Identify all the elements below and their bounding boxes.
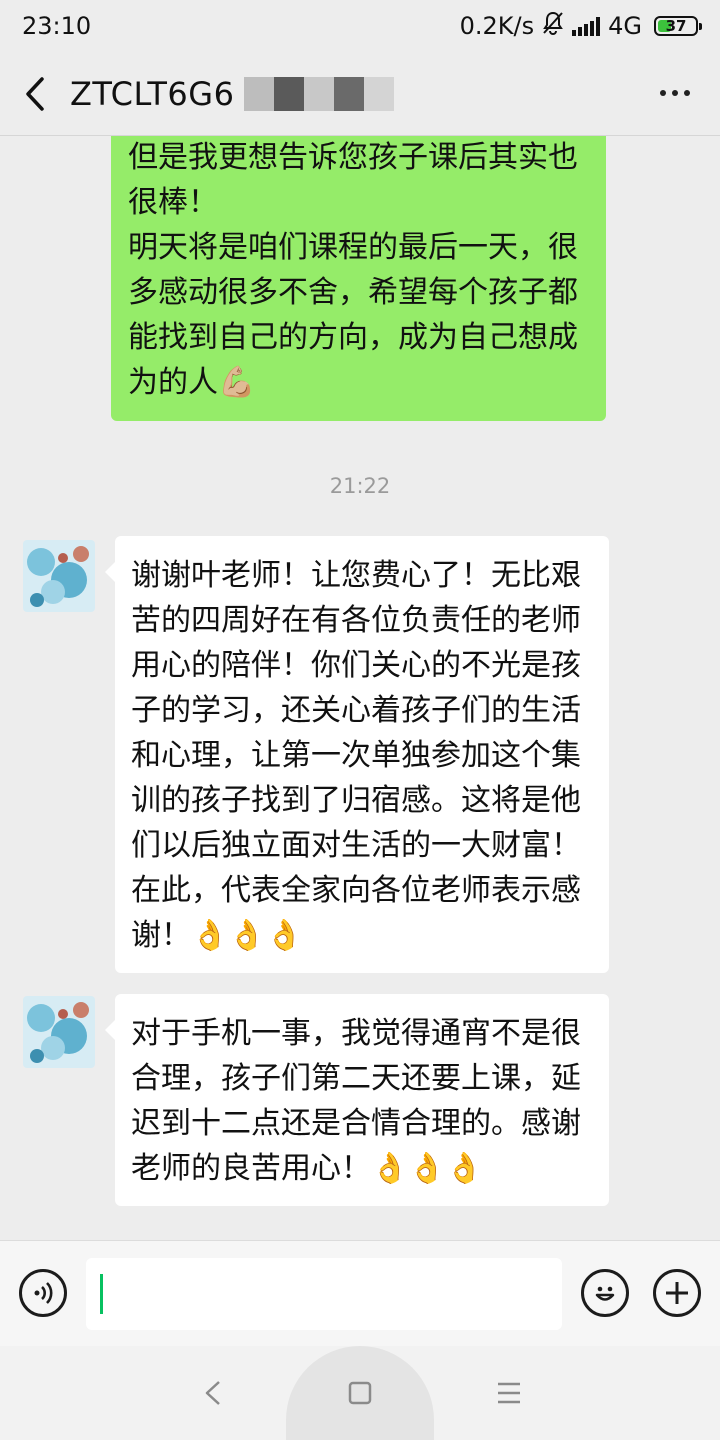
message-input[interactable]	[86, 1258, 562, 1330]
plus-icon	[666, 1282, 688, 1304]
status-indicators: 0.2K/s 4G 37	[459, 11, 702, 41]
emoji-icon	[595, 1286, 615, 1301]
message-timestamp: 21:22	[329, 474, 391, 498]
contact-avatar[interactable]	[23, 996, 95, 1068]
incoming-message[interactable]: 谢谢叶老师！让您费心了！无比艰苦的四周好在有各位负责任的老师用心的陪伴！你们关心…	[105, 536, 609, 973]
incoming-message[interactable]: 对于手机一事，我觉得通宵不是很合理，孩子们第二天还要上课，延迟到十二点还是合情合…	[105, 994, 609, 1206]
emoji-button[interactable]	[581, 1269, 629, 1317]
message-list[interactable]: 谈天能看到孩子们课堂上的情况，但是我更想告诉您孩子课后其实也很棒！ 明天将是咱们…	[0, 136, 720, 1240]
status-time: 23:10	[22, 12, 92, 40]
system-back-icon[interactable]	[203, 1380, 223, 1406]
battery-icon: 37	[654, 16, 702, 36]
more-dots-icon	[660, 90, 666, 96]
contact-avatar[interactable]	[23, 540, 95, 612]
chat-header: ZTCLT6G6	[0, 52, 720, 136]
message-input-bar	[0, 1240, 720, 1346]
outgoing-message[interactable]: 谈天能看到孩子们课堂上的情况，但是我更想告诉您孩子课后其实也很棒！ 明天将是咱们…	[111, 136, 606, 421]
more-functions-button[interactable]	[653, 1269, 701, 1317]
more-dot	[672, 90, 678, 96]
voice-icon	[34, 1282, 53, 1304]
chat-title[interactable]: ZTCLT6G6	[70, 75, 234, 113]
signal-icon	[572, 16, 601, 36]
battery-level: 37	[665, 17, 687, 35]
more-options-button[interactable]	[660, 78, 690, 108]
mute-bell-icon	[542, 11, 564, 41]
chevron-left-icon	[26, 76, 44, 111]
more-dot	[684, 90, 690, 96]
back-button[interactable]	[0, 52, 70, 136]
redacted-name-mosaic	[244, 76, 395, 111]
network-type: 4G	[608, 12, 642, 40]
system-home-icon[interactable]	[348, 1381, 372, 1405]
voice-button[interactable]	[19, 1269, 67, 1317]
system-recents-icon[interactable]	[496, 1381, 522, 1405]
status-bar: 23:10 0.2K/s 4G 37	[0, 0, 720, 52]
system-navigation-bar	[0, 1346, 720, 1440]
chat-screen: 23:10 0.2K/s 4G 37 ZTCLT6G6 但是我更想告诉您孩子课后…	[0, 0, 720, 1440]
net-speed: 0.2K/s	[459, 12, 535, 40]
text-caret	[100, 1274, 103, 1314]
